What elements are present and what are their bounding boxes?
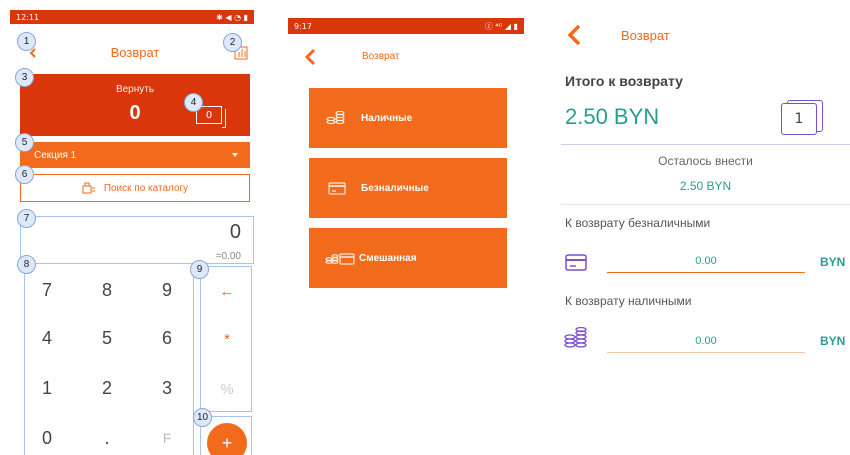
remaining-label: Осталось внести <box>658 154 753 168</box>
divider <box>561 144 850 145</box>
page-title: Возврат <box>362 51 400 62</box>
key-5[interactable]: 5 <box>79 314 135 362</box>
backspace-button[interactable]: ← <box>201 267 253 315</box>
multiply-button[interactable]: * <box>201 315 253 363</box>
payment-cash-button[interactable]: Наличные <box>309 88 507 148</box>
cash-return-label: К возврату наличными <box>565 294 692 308</box>
annotation-badge-5: 5 <box>15 133 34 152</box>
annotation-badge-3: 3 <box>15 68 34 87</box>
key-2[interactable]: 2 <box>79 364 135 412</box>
back-icon[interactable] <box>304 48 318 66</box>
back-icon[interactable] <box>567 24 583 46</box>
total-return-label: Итого к возврату <box>565 73 683 89</box>
key-1[interactable]: 1 <box>19 364 75 412</box>
screen-payment-method: 9:17 ⓩ ⁴ᴳ ◢ ▮ Возврат Наличные Безналичн <box>288 0 532 455</box>
screen-return-mixed: Возврат Итого к возврату 2.50 BYN 1 Оста… <box>555 0 850 455</box>
page-title: Возврат <box>621 28 670 43</box>
operations-column: ← * % <box>200 266 252 412</box>
coins-icon <box>325 111 349 125</box>
annotation-badge-10: 10 <box>193 408 212 427</box>
mixed-icon <box>325 252 355 265</box>
return-label: Вернуть <box>115 84 155 95</box>
annotation-badge-2: 2 <box>223 33 242 52</box>
section-select[interactable]: Секция 1 <box>20 142 250 168</box>
percent-button[interactable]: % <box>201 365 253 413</box>
screen-return-keypad: 12:11 ✱ ◀ ◔ ▮ 1 Возврат 2 Вернуть 0 3 0 … <box>0 0 258 455</box>
key-0[interactable]: 0 <box>19 414 75 455</box>
card-icon <box>325 182 349 195</box>
total-return-value: 2.50 BYN <box>565 104 660 129</box>
return-amount-panel: Вернуть 0 <box>20 74 250 136</box>
key-8[interactable]: 8 <box>79 266 135 314</box>
key-4[interactable]: 4 <box>19 314 75 362</box>
annotation-badge-8: 8 <box>17 255 36 274</box>
key-f[interactable]: F <box>139 414 195 455</box>
payment-mixed-button[interactable]: Смешанная <box>309 228 507 288</box>
status-icons: ✱ ◀ ◔ ▮ <box>216 12 248 22</box>
annotation-badge-6: 6 <box>15 165 34 184</box>
annotation-badge-9: 9 <box>190 260 209 279</box>
catalog-search-label: Поиск по каталогу <box>103 182 189 194</box>
key-dot[interactable]: . <box>79 414 135 455</box>
display-value: 0 <box>229 221 241 243</box>
amount-display: 0 =0.00 <box>20 216 254 264</box>
page-title: Возврат <box>110 45 160 60</box>
add-button[interactable]: + <box>207 423 247 455</box>
coins-icon <box>564 327 587 348</box>
numeric-keypad: 7 8 9 4 5 6 1 2 3 0 . F <box>24 266 194 455</box>
annotation-badge-1: 1 <box>17 32 36 51</box>
catalog-icon <box>82 182 95 194</box>
display-sum: =0.00 <box>215 251 241 262</box>
key-6[interactable]: 6 <box>139 314 195 362</box>
cash-currency: BYN <box>820 334 846 348</box>
cashless-return-input[interactable]: 0.00 <box>607 251 805 273</box>
check-count-button[interactable]: 1 <box>781 103 817 135</box>
key-3[interactable]: 3 <box>139 364 195 412</box>
payment-cashless-label: Безналичные <box>361 182 429 194</box>
divider <box>561 204 850 205</box>
cash-return-input[interactable]: 0.00 <box>607 331 805 353</box>
payment-mixed-label: Смешанная <box>359 252 417 264</box>
status-icons: ⓩ ⁴ᴳ ◢ ▮ <box>484 21 518 31</box>
status-time: 9:17 <box>294 21 312 31</box>
remaining-value: 2.50 BYN <box>679 179 732 193</box>
annotation-badge-4: 4 <box>184 93 203 112</box>
card-icon <box>565 254 587 271</box>
cashless-return-label: К возврату безналичными <box>565 216 711 230</box>
status-bar: 12:11 ✱ ◀ ◔ ▮ <box>10 10 254 24</box>
cashless-currency: BYN <box>820 255 846 269</box>
section-select-label: Секция 1 <box>34 149 77 161</box>
status-bar: 9:17 ⓩ ⁴ᴳ ◢ ▮ <box>288 18 524 34</box>
caret-down-icon <box>232 153 238 157</box>
key-9[interactable]: 9 <box>139 266 195 314</box>
status-time: 12:11 <box>16 12 40 22</box>
payment-cash-label: Наличные <box>361 112 413 124</box>
annotation-badge-7: 7 <box>17 209 36 228</box>
catalog-search-button[interactable]: Поиск по каталогу <box>20 174 250 202</box>
payment-cashless-button[interactable]: Безналичные <box>309 158 507 218</box>
